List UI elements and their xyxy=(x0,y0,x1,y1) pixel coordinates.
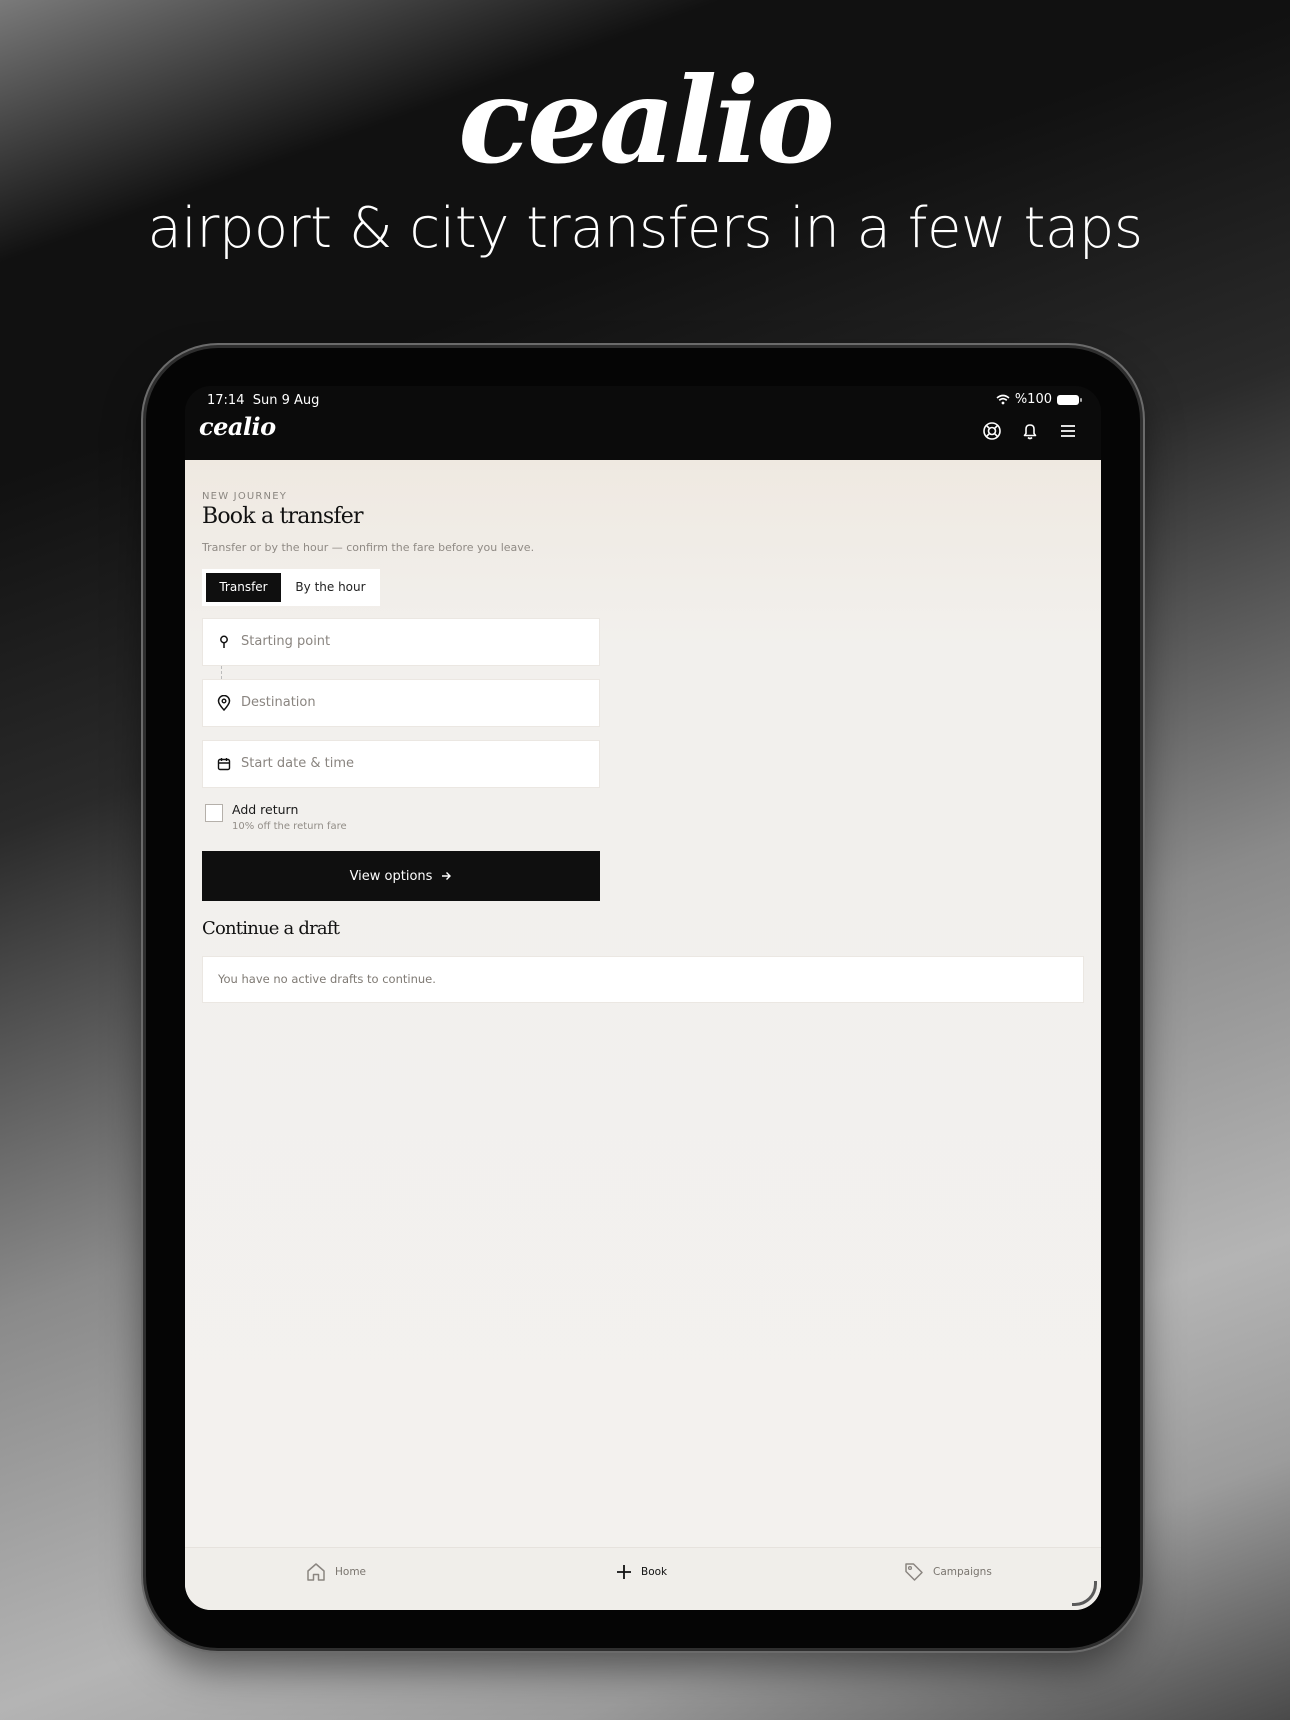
start-datetime-field[interactable]: Start date & time xyxy=(202,740,600,788)
calendar-icon xyxy=(217,758,231,771)
status-date: Sun 9 Aug xyxy=(252,393,320,408)
arrow-right-icon xyxy=(442,872,452,880)
view-options-button[interactable]: View options xyxy=(202,851,600,901)
home-icon xyxy=(307,1563,325,1581)
tag-icon xyxy=(905,1563,923,1581)
header-actions xyxy=(981,420,1079,442)
datetime-placeholder: Start date & time xyxy=(241,756,354,771)
battery-icon xyxy=(1057,394,1082,405)
booking-type-segmented-control: Transfer By the hour xyxy=(202,569,380,606)
plus-icon xyxy=(617,1565,631,1579)
drafts-empty-state: You have no active drafts to continue. xyxy=(202,956,1084,1003)
add-return-discount: 10% off the return fare xyxy=(232,821,347,832)
tab-home[interactable]: Home xyxy=(305,1560,366,1584)
status-time: 17:14 Sun 9 Aug xyxy=(207,393,319,408)
tab-book[interactable]: Book xyxy=(615,1560,667,1584)
bottom-tab-bar: Home Book Campaigns xyxy=(185,1547,1101,1610)
page-title: Book a transfer xyxy=(202,504,364,529)
destination-field[interactable]: Destination xyxy=(202,679,600,727)
location-marker-icon xyxy=(217,695,231,711)
battery-percent: %100 xyxy=(1014,392,1052,407)
status-indicators: %100 xyxy=(996,392,1082,407)
journey-eyebrow: NEW JOURNEY xyxy=(202,491,288,502)
promo-tagline: airport & city transfers in a few taps xyxy=(147,196,1143,261)
page-subtitle: Transfer or by the hour — confirm the fa… xyxy=(202,541,535,554)
drafts-title: Continue a draft xyxy=(202,918,340,939)
add-return-checkbox[interactable] xyxy=(205,804,223,822)
tab-home-label: Home xyxy=(335,1566,367,1578)
wifi-icon xyxy=(996,394,1010,405)
tab-by-the-hour[interactable]: By the hour xyxy=(281,573,380,602)
lifebuoy-icon[interactable] xyxy=(981,420,1003,442)
view-options-label: View options xyxy=(349,868,433,884)
app-logo[interactable]: cealio xyxy=(199,412,276,441)
add-return-label[interactable]: Add return xyxy=(232,802,298,817)
status-bar: 17:14 Sun 9 Aug %100 xyxy=(185,386,1101,414)
status-clock: 17:14 xyxy=(207,393,245,408)
route-connector xyxy=(221,666,222,679)
destination-placeholder: Destination xyxy=(241,695,316,710)
drafts-empty-text: You have no active drafts to continue. xyxy=(218,972,436,986)
bell-icon[interactable] xyxy=(1019,420,1041,442)
tab-book-label: Book xyxy=(641,1566,668,1578)
starting-point-field[interactable]: Starting point xyxy=(202,618,600,666)
tab-campaigns-label: Campaigns xyxy=(933,1566,992,1578)
tablet-device-frame: 17:14 Sun 9 Aug %100 cealio NEW JOURNEY … xyxy=(146,348,1140,1648)
app-screen: 17:14 Sun 9 Aug %100 cealio NEW JOURNEY … xyxy=(185,386,1101,1610)
starting-point-placeholder: Starting point xyxy=(241,634,331,649)
tab-transfer[interactable]: Transfer xyxy=(206,573,281,602)
menu-icon[interactable] xyxy=(1057,420,1079,442)
promo-logo: cealio xyxy=(458,51,835,190)
tab-campaigns[interactable]: Campaigns xyxy=(903,1560,992,1584)
pin-icon xyxy=(220,635,228,648)
